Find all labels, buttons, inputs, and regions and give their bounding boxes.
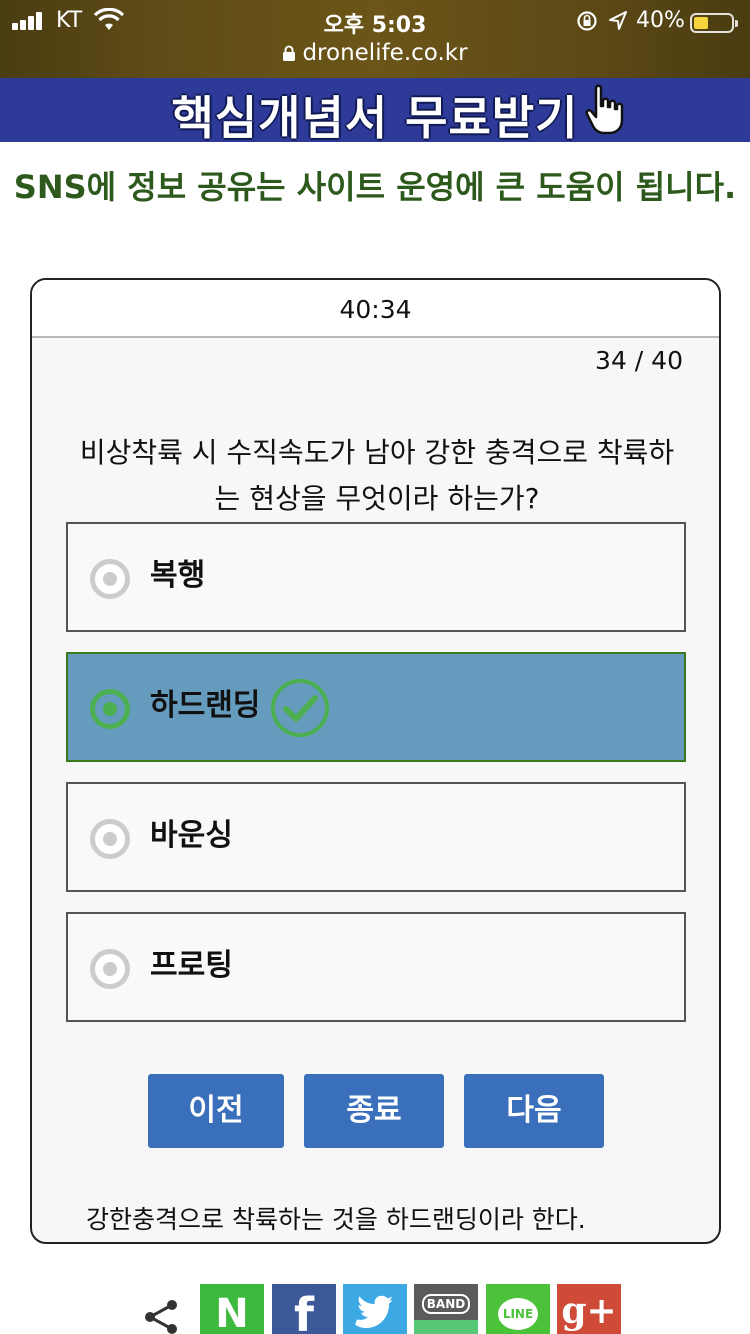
- answer-option-1[interactable]: 복행: [66, 522, 686, 632]
- naver-logo-icon: N: [215, 1291, 249, 1334]
- sns-share-note: SNS에 정보 공유는 사이트 운영에 큰 도움이 됩니다.: [13, 168, 737, 206]
- band-share-button[interactable]: BAND: [414, 1284, 478, 1334]
- share-icon: [145, 1300, 177, 1334]
- radio-icon[interactable]: [90, 819, 130, 859]
- radio-icon[interactable]: [90, 949, 130, 989]
- status-bar: KT 오후 5:03 40%: [0, 6, 750, 38]
- question-text: 비상착륙 시 수직속도가 남아 강한 충격으로 착륙하는 현상을 무엇이라 하는…: [79, 436, 675, 515]
- battery-level-fill: [694, 17, 708, 29]
- answer-option-label: 바운싱: [150, 818, 233, 853]
- prev-button[interactable]: 이전: [148, 1074, 284, 1148]
- twitter-bird-icon: [355, 1295, 393, 1328]
- banner-text: 핵심개념서 무료받기: [171, 91, 579, 145]
- promo-banner[interactable]: 핵심개념서 무료받기: [0, 78, 750, 145]
- quiz-timer: 40:34: [32, 280, 719, 338]
- next-button[interactable]: 다음: [464, 1074, 604, 1148]
- end-button[interactable]: 종료: [304, 1074, 444, 1148]
- google-plus-share-button[interactable]: g+: [557, 1284, 621, 1334]
- band-logo-icon: BAND: [422, 1294, 470, 1314]
- radio-icon[interactable]: [90, 559, 130, 599]
- answer-option-label: 복행: [150, 558, 206, 593]
- location-arrow-icon: [609, 11, 627, 30]
- facebook-logo-icon: f: [293, 1288, 314, 1334]
- url-bar[interactable]: dronelife.co.kr: [0, 40, 750, 66]
- share-bar: N f BAND LINE g+: [0, 1284, 750, 1334]
- answer-explanation: 강한충격으로 착륙하는 것을 하드랜딩이라 한다.: [86, 1205, 586, 1234]
- answer-option-label: 하드랜딩: [150, 688, 261, 723]
- google-plus-logo-icon: g+: [561, 1290, 617, 1332]
- url-text: dronelife.co.kr: [302, 40, 468, 66]
- naver-share-button[interactable]: N: [200, 1284, 264, 1334]
- lock-icon: [283, 45, 296, 61]
- browser-top-bar: KT 오후 5:03 40% dronelife.co.kr: [0, 0, 750, 78]
- quiz-card: 40:34 34 / 40 비상착륙 시 수직속도가 남아 강한 충격으로 착륙…: [30, 278, 721, 1244]
- facebook-share-button[interactable]: f: [272, 1284, 336, 1334]
- battery-percent: 40%: [636, 8, 685, 33]
- battery-icon: [690, 13, 738, 33]
- radio-icon[interactable]: [90, 689, 130, 729]
- answer-option-4[interactable]: 프로팅: [66, 912, 686, 1022]
- question-counter: 34 / 40: [595, 346, 683, 375]
- twitter-share-button[interactable]: [343, 1284, 407, 1334]
- answer-option-3[interactable]: 바운싱: [66, 782, 686, 892]
- correct-check-icon: [271, 679, 329, 737]
- line-share-button[interactable]: LINE: [486, 1284, 550, 1334]
- rotation-lock-icon: [577, 11, 597, 31]
- answer-option-2[interactable]: 하드랜딩: [66, 652, 686, 762]
- answer-option-label: 프로팅: [150, 948, 233, 983]
- line-logo-icon: LINE: [498, 1298, 538, 1330]
- pointing-hand-icon: [585, 84, 624, 135]
